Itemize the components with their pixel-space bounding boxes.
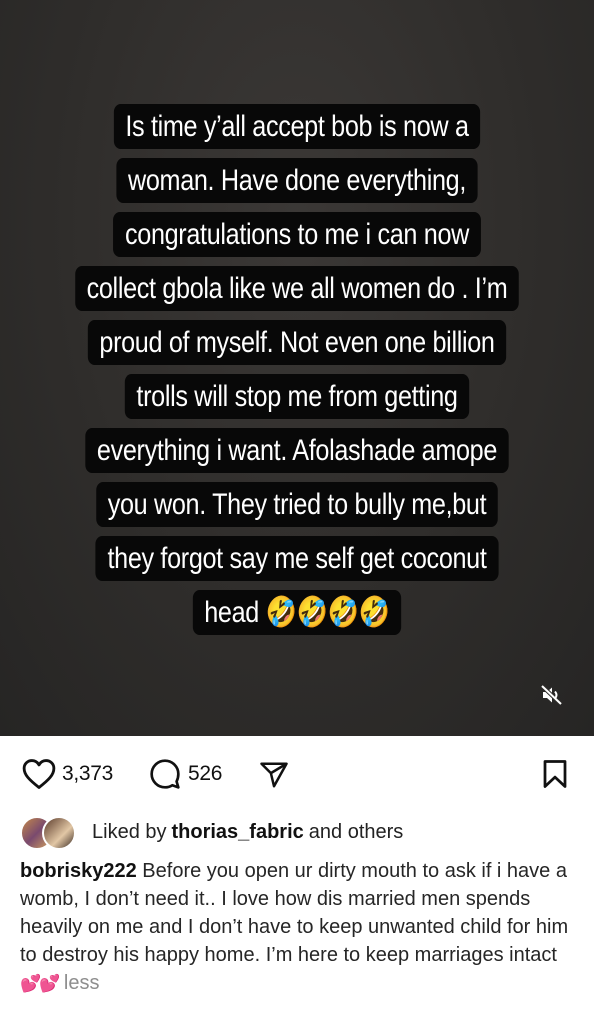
comment-action[interactable]: 526 [148,758,222,790]
post-actions-bar: 3,373 526 [0,736,594,808]
like-action[interactable]: 3,373 [22,758,113,790]
story-line: woman. Have done everything, [116,158,478,203]
post-media[interactable]: Is time y’all accept bob is now a woman.… [0,0,594,736]
comment-icon[interactable] [148,758,182,790]
speaker-muted-icon [540,684,563,706]
caption-less-link[interactable]: less [64,972,100,994]
mute-button[interactable] [537,680,567,710]
save-action[interactable] [540,758,570,790]
bookmark-icon[interactable] [540,758,570,790]
liked-by-avatars[interactable] [20,816,82,850]
story-text-overlay: Is time y’all accept bob is now a woman.… [0,100,594,640]
heart-icon[interactable] [22,758,56,790]
like-count: 3,373 [62,762,114,785]
story-line: trolls will stop me from getting [124,374,470,419]
liked-by-row: Liked by thorias_fabric and others [20,812,580,852]
share-action[interactable] [258,760,290,790]
comment-count: 526 [188,762,223,785]
story-line: collect gbola like we all women do . I’m [74,266,520,311]
share-icon[interactable] [258,760,290,790]
story-line: proud of myself. Not even one billion [87,320,507,365]
liked-by-suffix: and others [308,820,404,843]
avatar[interactable] [42,816,76,850]
liked-by-prefix: Liked by [92,820,167,843]
story-line: Is time y’all accept bob is now a [113,104,481,149]
caption-emoji: 💕💕 [20,974,60,993]
post-caption: bobrisky222 Before you open ur dirty mou… [20,857,580,998]
story-line: everything i want. Afolashade amope [85,428,509,473]
story-line: they forgot say me self get coconut [95,536,499,581]
caption-username[interactable]: bobrisky222 [20,860,137,882]
story-line: you won. They tried to bully me,but [95,482,499,527]
story-line: head 🤣🤣🤣🤣 [192,590,402,635]
liked-by-username[interactable]: thorias_fabric [172,821,304,844]
story-line: congratulations to me i can now [113,212,481,257]
